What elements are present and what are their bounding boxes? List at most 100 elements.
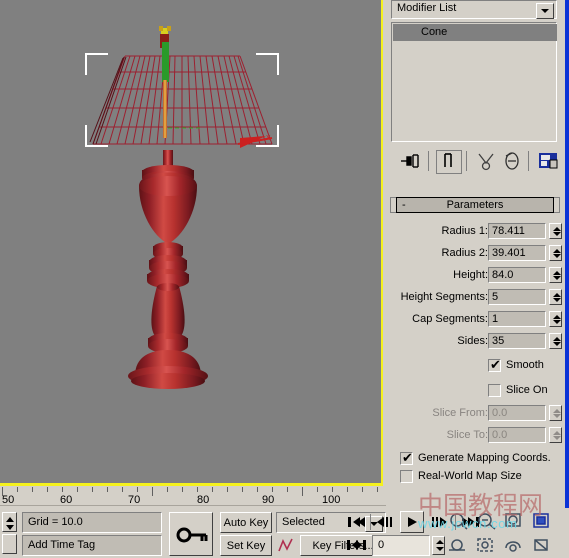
- sides-input[interactable]: 35: [488, 333, 546, 349]
- param-label: Cap Segments:: [412, 313, 488, 325]
- add-time-tag-text: Add Time Tag: [28, 539, 96, 551]
- ruler-label: 80: [197, 494, 210, 506]
- go-to-start-button[interactable]: [344, 512, 368, 532]
- rollout-header[interactable]: - Parameters: [396, 197, 554, 213]
- zoom-extents-icon[interactable]: [502, 510, 528, 532]
- timeline-ruler[interactable]: 50 60 70 80 90 100: [0, 486, 386, 508]
- modifier-list-dropdown[interactable]: Modifier List: [391, 0, 557, 19]
- real-world-map-size-checkbox[interactable]: [400, 470, 413, 483]
- height-spinner[interactable]: [549, 267, 562, 283]
- min-max-toggle-icon[interactable]: [530, 534, 556, 556]
- modifier-stack[interactable]: Cone: [391, 22, 557, 142]
- param-row-radius1: Radius 1: 78.411: [390, 223, 562, 240]
- zoom-icon[interactable]: [446, 510, 472, 532]
- param-label: Slice To:: [446, 429, 488, 441]
- radius2-spinner[interactable]: [549, 245, 562, 261]
- set-key-button[interactable]: Set Key: [220, 535, 272, 556]
- configure-modifier-sets-icon[interactable]: [536, 150, 560, 172]
- ruler-label: 100: [322, 494, 341, 506]
- arc-rotate-icon[interactable]: [502, 534, 528, 556]
- remove-modifier-icon[interactable]: [500, 150, 524, 172]
- slice-to-input: 0.0: [488, 427, 546, 443]
- field-of-view-icon[interactable]: [446, 534, 472, 556]
- height-input[interactable]: 84.0: [488, 267, 546, 283]
- auto-key-label: Auto Key: [223, 517, 269, 529]
- grid-readout-text: Grid = 10.0: [28, 516, 83, 528]
- generate-mapping-coords-label: Generate Mapping Coords.: [418, 452, 551, 464]
- param-row-height-segments: Height Segments: 5: [390, 289, 562, 306]
- param-row-slice-from: Slice From: 0.0: [390, 405, 562, 422]
- key-mode-toggle-button[interactable]: [344, 535, 368, 555]
- window-right-edge: [565, 0, 569, 558]
- pan-icon[interactable]: [474, 534, 500, 556]
- perspective-viewport[interactable]: x: [0, 0, 383, 486]
- radius1-input[interactable]: 78.411: [488, 223, 546, 239]
- svg-text:x: x: [266, 132, 271, 142]
- command-panel: Modifier List Cone - Parameters Radius 1…: [386, 0, 564, 486]
- transform-gizmo[interactable]: [145, 22, 185, 142]
- previous-frame-button[interactable]: [374, 512, 398, 532]
- chevron-down-icon[interactable]: [536, 3, 554, 19]
- radius1-spinner[interactable]: [549, 223, 562, 239]
- slice-on-checkbox[interactable]: [488, 384, 501, 397]
- lock-selection-spinner[interactable]: [2, 512, 17, 532]
- param-label: Sides:: [457, 335, 488, 347]
- height-segments-value: 5: [492, 291, 499, 303]
- param-label: Height:: [453, 269, 488, 281]
- cap-segments-spinner[interactable]: [549, 311, 562, 327]
- radius2-input[interactable]: 39.401: [488, 245, 546, 261]
- key-mode-button[interactable]: [169, 512, 213, 556]
- smooth-checkbox[interactable]: ✔: [488, 358, 501, 372]
- current-frame-value: 0: [378, 539, 385, 551]
- param-label: Height Segments:: [400, 291, 488, 303]
- slice-on-label: Slice On: [506, 384, 548, 396]
- ruler-label: 50: [2, 494, 15, 506]
- modifier-stack-item-label: Cone: [421, 26, 448, 38]
- cap-segments-value: 1: [492, 313, 499, 325]
- coordinate-display-toggle[interactable]: [2, 534, 17, 554]
- ruler-label: 90: [262, 494, 275, 506]
- lamp-base-object[interactable]: [95, 150, 245, 400]
- current-frame-spinner[interactable]: [432, 536, 445, 555]
- key-icon: [176, 527, 208, 543]
- current-frame-input[interactable]: 0: [372, 535, 430, 556]
- sides-spinner[interactable]: [549, 333, 562, 349]
- play-animation-button[interactable]: [400, 511, 424, 533]
- param-row-cap-segments: Cap Segments: 1: [390, 311, 562, 328]
- rollout-title: Parameters: [446, 199, 504, 211]
- make-unique-icon[interactable]: [474, 150, 498, 172]
- height-segments-spinner[interactable]: [549, 289, 562, 305]
- auto-key-button[interactable]: Auto Key: [220, 512, 272, 533]
- slice-to-value: 0.0: [492, 429, 508, 441]
- show-end-result-icon[interactable]: [436, 150, 462, 174]
- slice-from-value: 0.0: [492, 407, 508, 419]
- param-row-sides: Sides: 35: [390, 333, 562, 350]
- param-label: Radius 2:: [441, 247, 488, 259]
- status-and-animation-bar: Grid = 10.0 Add Time Tag Auto Key Set Ke…: [0, 491, 569, 558]
- generate-mapping-coords-checkbox[interactable]: ✔: [400, 451, 413, 465]
- cap-segments-input[interactable]: 1: [488, 311, 546, 327]
- radius2-value: 39.401: [492, 247, 526, 259]
- set-key-curve-icon[interactable]: [276, 535, 296, 556]
- modifier-stack-toolbar: [388, 148, 562, 174]
- pin-stack-icon[interactable]: [398, 150, 422, 172]
- radius1-value: 78.411: [492, 225, 525, 237]
- param-row-height: Height: 84.0: [390, 267, 562, 284]
- param-row-radius2: Radius 2: 39.401: [390, 245, 562, 262]
- active-viewport-border-right: [381, 0, 383, 486]
- add-time-tag-field[interactable]: Add Time Tag: [22, 535, 162, 556]
- zoom-extents-all-icon[interactable]: [530, 510, 556, 532]
- set-key-label: Set Key: [226, 540, 266, 552]
- ruler-label: 60: [60, 494, 73, 506]
- smooth-label: Smooth: [506, 359, 544, 371]
- modifier-stack-item-cone[interactable]: Cone: [393, 24, 557, 41]
- height-segments-input[interactable]: 5: [488, 289, 546, 305]
- rollout-bracket-right: [554, 197, 560, 213]
- slice-from-input: 0.0: [488, 405, 546, 421]
- max-window: x Modifier List Cone - Parameters Radius…: [0, 0, 569, 558]
- real-world-map-size-label: Real-World Map Size: [418, 470, 522, 482]
- param-label: Slice From:: [432, 407, 488, 419]
- zoom-all-icon[interactable]: [474, 510, 500, 532]
- selection-set-value: Selected: [282, 516, 325, 528]
- grid-readout: Grid = 10.0: [22, 512, 162, 533]
